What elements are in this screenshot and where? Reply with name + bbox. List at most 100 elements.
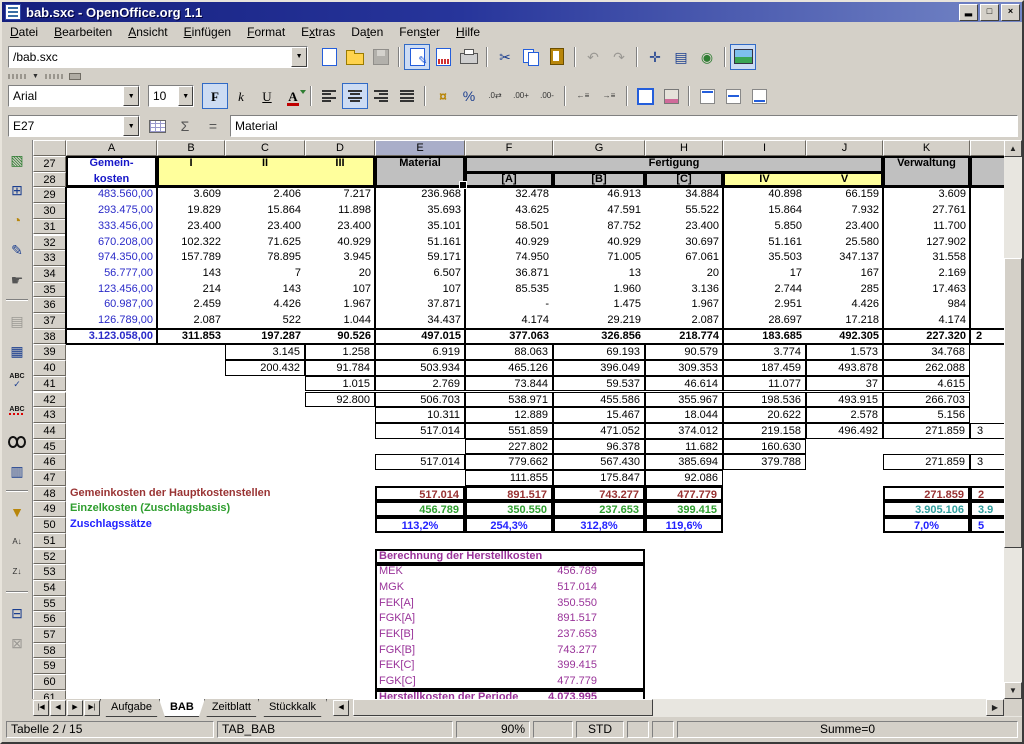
row-header-39[interactable]: 39	[33, 344, 66, 360]
next-sheet-button[interactable]: ▶	[67, 700, 83, 716]
cell-J28[interactable]: V	[806, 172, 883, 188]
cell-G48[interactable]: 743.277	[553, 486, 645, 502]
cell-K33[interactable]: 31.558	[883, 250, 970, 266]
cell-B34[interactable]: 143	[157, 266, 225, 282]
cell-K48[interactable]: 271.859	[883, 486, 970, 502]
cell-F48[interactable]: 891.517	[465, 486, 553, 502]
row-header-56[interactable]: 56	[33, 611, 66, 627]
cell-E52[interactable]: Berechnung der Herstellkosten	[375, 549, 645, 565]
cell-D35[interactable]: 107	[305, 282, 375, 298]
cell-C40[interactable]: 200.432	[225, 360, 305, 376]
gallery-icon[interactable]	[730, 44, 756, 70]
cell-G34[interactable]: 13	[553, 266, 645, 282]
sheet-tab-aufgabe[interactable]: Aufgabe	[100, 699, 163, 717]
status-selection-mode[interactable]: STD	[576, 721, 624, 738]
cell-I42[interactable]: 198.536	[723, 392, 806, 408]
cell-I37[interactable]: 28.697	[723, 313, 806, 329]
cell-K29[interactable]: 3.609	[883, 187, 970, 203]
column-header-F[interactable]: F	[465, 140, 553, 156]
row-header-34[interactable]: 34	[33, 266, 66, 282]
row-header-30[interactable]: 30	[33, 203, 66, 219]
group-icon[interactable]: ⊟	[3, 599, 31, 626]
align-center-button[interactable]	[342, 83, 368, 109]
cell-F32[interactable]: 40.929	[465, 235, 553, 251]
cell-C36[interactable]: 4.426	[225, 297, 305, 313]
edit-file-icon[interactable]	[404, 44, 430, 70]
scroll-down-icon[interactable]: ▼	[1004, 682, 1022, 699]
row-header-45[interactable]: 45	[33, 439, 66, 455]
cell-I36[interactable]: 2.951	[723, 297, 806, 313]
cell-J29[interactable]: 66.159	[806, 187, 883, 203]
prev-sheet-button[interactable]: ◀	[50, 700, 66, 716]
cell-B30[interactable]: 19.829	[157, 203, 225, 219]
menu-einfuegen[interactable]: Einfügen	[176, 24, 239, 40]
row-header-61[interactable]: 61	[33, 690, 66, 699]
cell-F40[interactable]: 465.126	[465, 360, 553, 376]
cell-E41[interactable]: 2.769	[375, 376, 465, 392]
cell-L50[interactable]: 5	[970, 517, 1006, 533]
cell-H41[interactable]: 46.614	[645, 376, 723, 392]
row-header-29[interactable]: 29	[33, 187, 66, 203]
cell-G30[interactable]: 47.591	[553, 203, 645, 219]
cell-L28[interactable]	[970, 172, 1006, 188]
cell-A48[interactable]: Gemeinkosten der Hauptkostenstellen	[66, 486, 375, 502]
new-document-icon[interactable]	[316, 44, 342, 70]
cell-E32[interactable]: 51.161	[375, 235, 465, 251]
cell-D41[interactable]: 1.015	[305, 376, 375, 392]
cell-J43[interactable]: 2.578	[806, 407, 883, 423]
cell-A35[interactable]: 123.456,00	[66, 282, 157, 298]
cell-G33[interactable]: 71.005	[553, 250, 645, 266]
align-justify-button[interactable]	[394, 83, 420, 109]
cell-H48[interactable]: 477.779	[645, 486, 723, 502]
hyperlink-icon[interactable]: ◉	[694, 44, 720, 70]
cell-H35[interactable]: 3.136	[645, 282, 723, 298]
cell-I35[interactable]: 2.744	[723, 282, 806, 298]
cell-G39[interactable]: 69.193	[553, 344, 645, 360]
row-header-31[interactable]: 31	[33, 219, 66, 235]
cell-I29[interactable]: 40.898	[723, 187, 806, 203]
cell-G32[interactable]: 40.929	[553, 235, 645, 251]
cell-H47[interactable]: 92.086	[645, 470, 723, 486]
row-header-58[interactable]: 58	[33, 643, 66, 659]
cell-L46[interactable]: 3	[970, 454, 1006, 470]
copy-icon[interactable]	[518, 44, 544, 70]
cell-F47[interactable]: 111.855	[465, 470, 553, 486]
cell-D32[interactable]: 40.929	[305, 235, 375, 251]
menu-fenster[interactable]: Fenster	[391, 24, 448, 40]
row-header-38[interactable]: 38	[33, 329, 66, 345]
row-header-55[interactable]: 55	[33, 596, 66, 612]
cell-D40[interactable]: 91.784	[305, 360, 375, 376]
row-header-40[interactable]: 40	[33, 360, 66, 376]
cell-E43[interactable]: 10.311	[375, 407, 465, 423]
first-sheet-button[interactable]: |◀	[33, 700, 49, 716]
cell-K36[interactable]: 984	[883, 297, 970, 313]
align-bottom-icon[interactable]	[746, 83, 772, 109]
cell-K27[interactable]: Verwaltung	[883, 156, 970, 172]
underline-button[interactable]: U	[254, 83, 280, 109]
cell-A31[interactable]: 333.456,00	[66, 219, 157, 235]
cell-D30[interactable]: 11.898	[305, 203, 375, 219]
cell-K31[interactable]: 11.700	[883, 219, 970, 235]
column-header-B[interactable]: B	[157, 140, 225, 156]
row-header-36[interactable]: 36	[33, 297, 66, 313]
cell-F33[interactable]: 74.950	[465, 250, 553, 266]
cell-K35[interactable]: 17.463	[883, 282, 970, 298]
sheet-tab-bab[interactable]: BAB	[159, 699, 205, 717]
cell-E54[interactable]: 517.014	[375, 580, 645, 596]
cell-F36[interactable]: -	[465, 297, 553, 313]
stylist-icon[interactable]: ▤	[668, 44, 694, 70]
cell-D31[interactable]: 23.400	[305, 219, 375, 235]
cell-J36[interactable]: 4.426	[806, 297, 883, 313]
minimize-button[interactable]: ▂	[959, 4, 978, 21]
form-controls-icon[interactable]: ☛	[3, 266, 31, 293]
cell-F45[interactable]: 227.802	[465, 439, 553, 455]
column-header-J[interactable]: J	[806, 140, 883, 156]
cell-F27[interactable]: Fertigung	[465, 156, 883, 172]
function-icon[interactable]: =	[200, 113, 226, 139]
cell-J34[interactable]: 167	[806, 266, 883, 282]
cell-A33[interactable]: 974.350,00	[66, 250, 157, 266]
cell-I39[interactable]: 3.774	[723, 344, 806, 360]
cell-K50[interactable]: 7,0%	[883, 517, 970, 533]
cell-G47[interactable]: 175.847	[553, 470, 645, 486]
cell-G44[interactable]: 471.052	[553, 423, 645, 439]
